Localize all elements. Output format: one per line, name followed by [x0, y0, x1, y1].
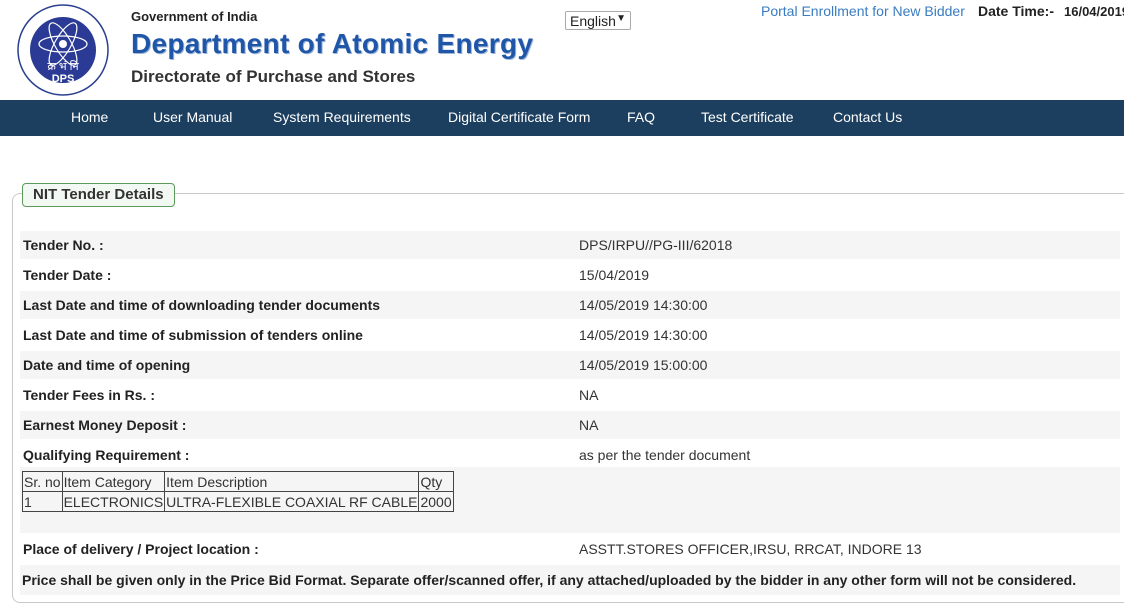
table-header-row: Sr. no Item Category Item Description Qt… — [22, 471, 454, 492]
field-label: Qualifying Requirement : — [23, 447, 190, 463]
nav-system-requirements[interactable]: System Requirements — [273, 109, 411, 125]
column-header: Item Category — [61, 471, 166, 492]
field-label: Tender Date : — [23, 267, 112, 283]
language-select[interactable]: English ▼ — [565, 11, 631, 30]
site-header: क्र भं नि DPS Government of India Depart… — [0, 0, 1124, 100]
govt-of-india-label: Government of India — [131, 9, 258, 24]
svg-text:क्र भं नि: क्र भं नि — [47, 60, 79, 73]
field-label: Earnest Money Deposit : — [23, 417, 187, 433]
submission-deadline-row: Last Date and time of submission of tend… — [20, 321, 1120, 349]
qualifying-requirement-row: Qualifying Requirement : as per the tend… — [20, 441, 1120, 469]
table-cell: ELECTRONICS — [61, 491, 166, 512]
svg-text:DPS: DPS — [52, 73, 75, 85]
download-deadline-row: Last Date and time of downloading tender… — [20, 291, 1120, 319]
nav-user-manual[interactable]: User Manual — [153, 109, 232, 125]
dropdown-arrow-icon: ▼ — [616, 13, 626, 24]
tender-date-row: Tender Date : 15/04/2019 — [20, 261, 1120, 289]
directorate-subtitle: Directorate of Purchase and Stores — [131, 67, 416, 86]
table-cell: 1 — [22, 491, 63, 512]
field-value: 14/05/2019 14:30:00 — [579, 297, 708, 313]
items-table: Sr. no Item Category Item Description Qt… — [22, 471, 454, 512]
tender-fees-row: Tender Fees in Rs. : NA — [20, 381, 1120, 409]
delivery-location-row: Place of delivery / Project location : A… — [20, 535, 1120, 563]
field-label: Tender No. : — [23, 237, 104, 253]
nav-test-certificate[interactable]: Test Certificate — [701, 109, 794, 125]
field-label: Tender Fees in Rs. : — [23, 387, 155, 403]
column-header: Qty — [418, 471, 454, 492]
field-value: as per the tender document — [579, 447, 751, 463]
field-value: NA — [579, 387, 599, 403]
nav-faq[interactable]: FAQ — [627, 109, 655, 125]
field-label: Date and time of opening — [23, 357, 191, 373]
nav-digital-certificate-form[interactable]: Digital Certificate Form — [448, 109, 590, 125]
field-value: DPS/IRPU//PG-III/62018 — [579, 237, 733, 253]
table-cell: 2000 — [418, 491, 454, 512]
portal-enrollment-link[interactable]: Portal Enrollment for New Bidder — [761, 3, 965, 19]
field-value: 15/04/2019 — [579, 267, 650, 283]
nav-contact-us[interactable]: Contact Us — [833, 109, 902, 125]
field-value: 14/05/2019 14:30:00 — [579, 327, 708, 343]
column-header: Sr. no — [22, 471, 63, 492]
main-navigation: Home User Manual System Requirements Dig… — [0, 100, 1124, 136]
emd-row: Earnest Money Deposit : NA — [20, 411, 1120, 439]
tender-no-row: Tender No. : DPS/IRPU//PG-III/62018 — [20, 231, 1120, 259]
table-cell: ULTRA-FLEXIBLE COAXIAL RF CABLE — [164, 491, 420, 512]
datetime-value: 16/04/2019 — [1064, 4, 1124, 19]
price-bid-note: Price shall be given only in the Price B… — [22, 572, 1077, 588]
field-label: Place of delivery / Project location : — [23, 541, 259, 557]
dps-emblem-icon: क्र भं नि DPS — [17, 4, 109, 96]
opening-date-row: Date and time of opening 14/05/2019 15:0… — [20, 351, 1120, 379]
language-selected-value: English — [570, 13, 616, 29]
datetime-label: Date Time:- — [978, 3, 1054, 19]
table-row: 1 ELECTRONICS ULTRA-FLEXIBLE COAXIAL RF … — [22, 491, 454, 512]
column-header: Item Description — [164, 471, 420, 492]
field-value: 14/05/2019 15:00:00 — [579, 357, 708, 373]
field-value: ASSTT.STORES OFFICER,IRSU, RRCAT, INDORE… — [579, 541, 922, 557]
field-label: Last Date and time of downloading tender… — [23, 297, 381, 313]
nav-home[interactable]: Home — [71, 109, 108, 125]
field-value: NA — [579, 417, 599, 433]
tender-details-legend: NIT Tender Details — [22, 183, 175, 207]
department-title: Department of Atomic Energy — [131, 28, 534, 59]
field-label: Last Date and time of submission of tend… — [23, 327, 363, 343]
